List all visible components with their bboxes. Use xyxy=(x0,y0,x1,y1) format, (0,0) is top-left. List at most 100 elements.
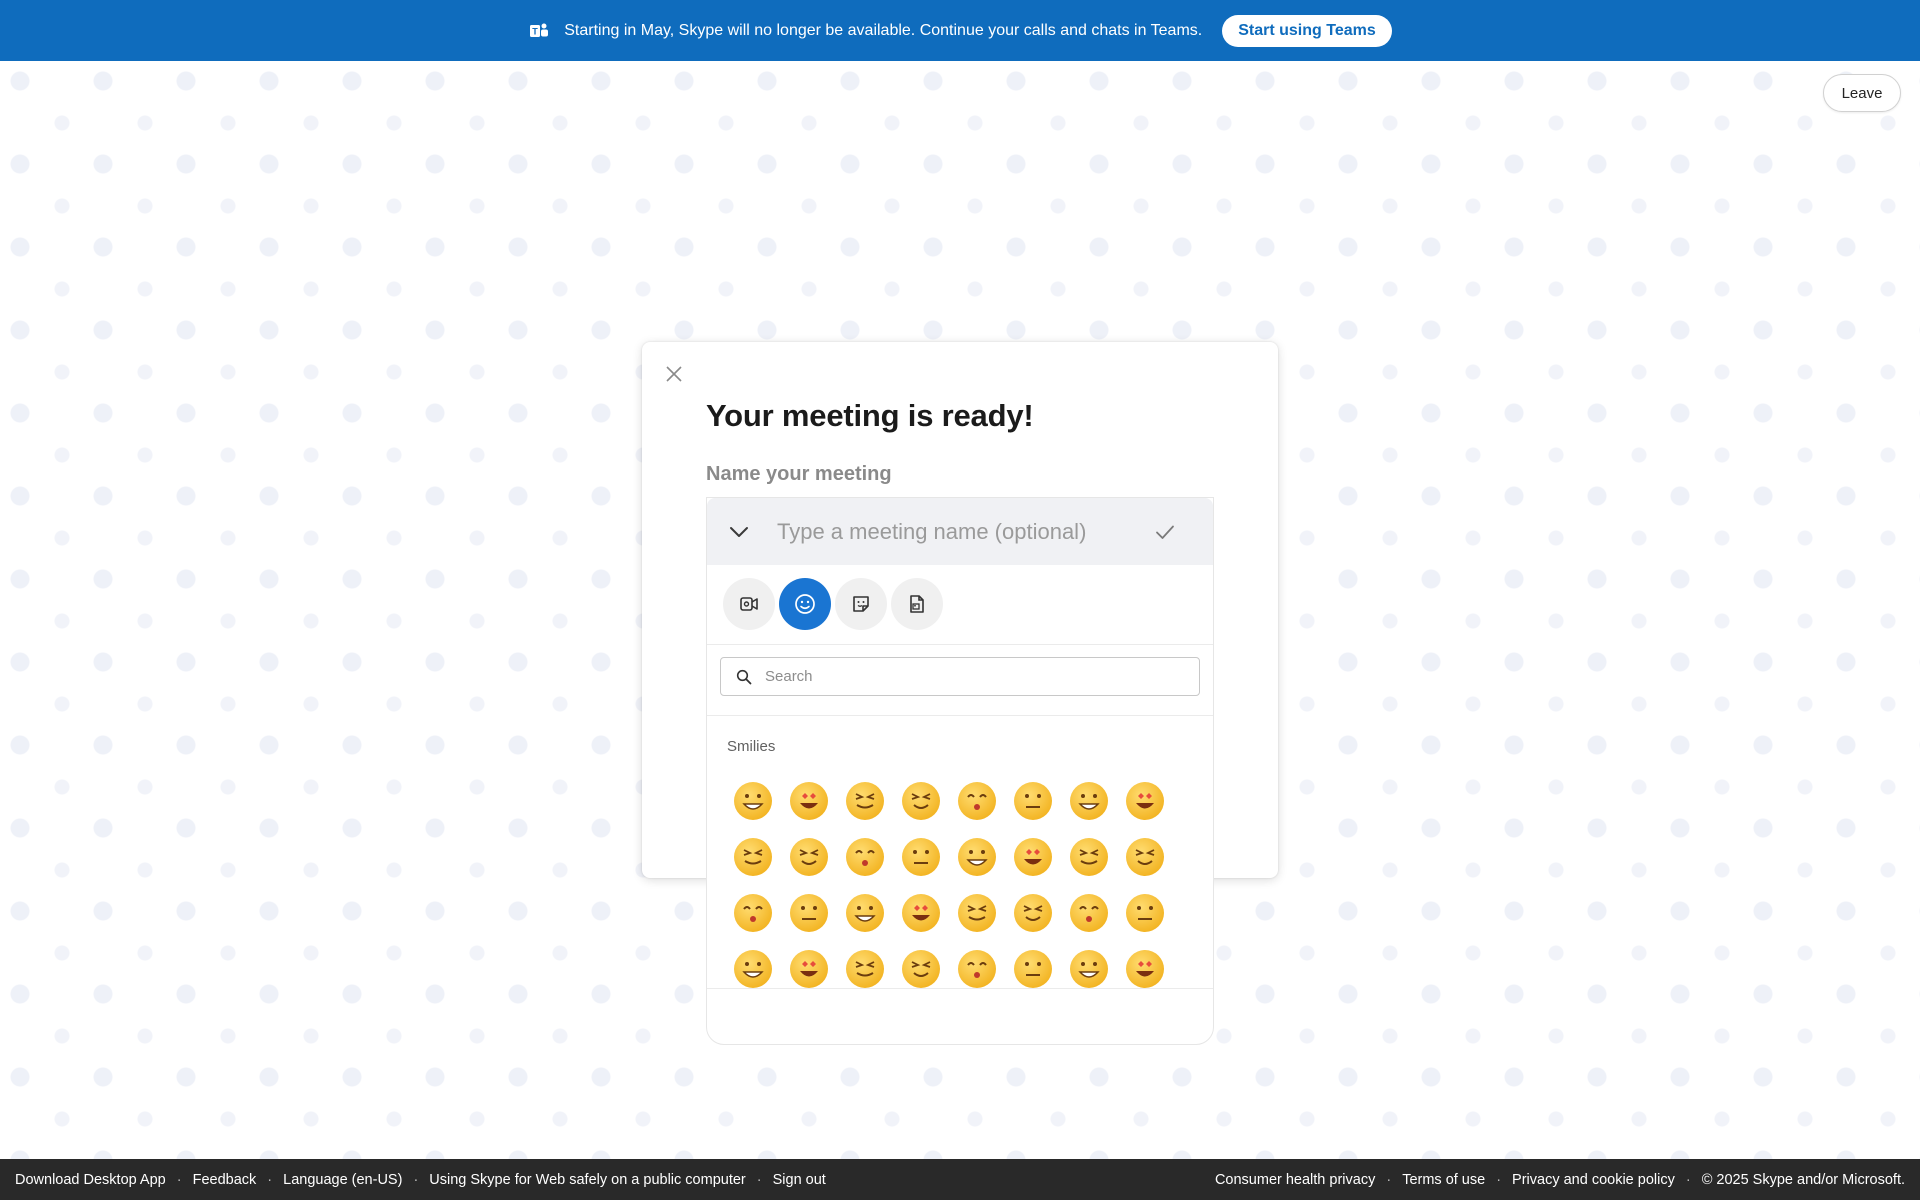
emoji-item[interactable] xyxy=(1117,941,1173,993)
emoji-item[interactable] xyxy=(949,829,1005,885)
footer-left-links: Download Desktop App · Feedback · Language (… xyxy=(15,1172,826,1188)
footer-right-links: Consumer health privacy · Terms of use · Pri… xyxy=(1215,1172,1905,1188)
emoji-face-icon xyxy=(1014,782,1052,820)
emoji-face-icon xyxy=(734,894,772,932)
emoji-item[interactable] xyxy=(781,773,837,829)
emoji-search-box xyxy=(720,657,1200,696)
emoji-item[interactable] xyxy=(781,941,837,993)
footer-link[interactable]: Terms of use xyxy=(1402,1172,1485,1188)
emoji-face-icon xyxy=(958,782,996,820)
emoji-face-icon xyxy=(846,782,884,820)
tab-media-files[interactable] xyxy=(891,578,943,630)
meeting-name-input[interactable] xyxy=(777,511,1139,552)
tab-emoji[interactable] xyxy=(779,578,831,630)
sticker-icon xyxy=(853,596,869,612)
emoji-item[interactable] xyxy=(1005,885,1061,941)
emoji-item[interactable] xyxy=(1061,829,1117,885)
emoji-face-icon xyxy=(1014,838,1052,876)
emoji-item[interactable] xyxy=(1117,885,1173,941)
search-icon xyxy=(735,668,753,686)
footer-link[interactable]: Download Desktop App xyxy=(15,1172,166,1188)
footer-separator: · xyxy=(413,1171,419,1188)
emoji-item[interactable] xyxy=(725,941,781,993)
footer: Download Desktop App · Feedback · Language (… xyxy=(0,1159,1920,1200)
emoji-face-icon xyxy=(734,950,772,988)
emoji-item[interactable] xyxy=(781,885,837,941)
emoji-item[interactable] xyxy=(837,829,893,885)
teams-migration-banner: T Starting in May, Skype will no longer … xyxy=(0,0,1920,61)
emoji-item[interactable] xyxy=(1117,829,1173,885)
emoji-item[interactable] xyxy=(949,773,1005,829)
section-label-smilies: Smilies xyxy=(727,738,776,755)
emoji-item[interactable] xyxy=(893,773,949,829)
footer-link[interactable]: Feedback xyxy=(193,1172,257,1188)
emoji-item[interactable] xyxy=(837,773,893,829)
emoji-item[interactable] xyxy=(893,941,949,993)
emoji-face-icon xyxy=(1126,894,1164,932)
emoji-face-icon xyxy=(1070,950,1108,988)
footer-separator: · xyxy=(176,1171,182,1188)
close-icon xyxy=(666,366,682,382)
emoji-item[interactable] xyxy=(781,829,837,885)
collapse-picker-button[interactable] xyxy=(727,520,751,544)
emoji-face-icon xyxy=(790,838,828,876)
emoji-item[interactable] xyxy=(725,773,781,829)
dialog-title: Your meeting is ready! xyxy=(706,398,1034,433)
emoji-face-icon xyxy=(846,894,884,932)
emoji-face-icon xyxy=(846,950,884,988)
footer-link[interactable]: Using Skype for Web safely on a public c… xyxy=(429,1172,745,1188)
emoji-face-icon xyxy=(734,838,772,876)
emoji-face-icon xyxy=(1070,782,1108,820)
emoji-face-icon xyxy=(902,950,940,988)
footer-separator: · xyxy=(1496,1171,1502,1188)
emoji-face-icon xyxy=(846,838,884,876)
emoji-grid xyxy=(725,773,1195,993)
footer-link[interactable]: Language (en-US) xyxy=(283,1172,402,1188)
picker-divider xyxy=(707,988,1213,989)
emoji-item[interactable] xyxy=(1005,829,1061,885)
emoji-face-icon xyxy=(902,894,940,932)
confirm-name-button[interactable] xyxy=(1153,520,1177,544)
leave-button[interactable]: Leave xyxy=(1823,74,1901,112)
emoji-face-icon xyxy=(902,782,940,820)
emoji-item[interactable] xyxy=(1117,773,1173,829)
teams-icon: T xyxy=(528,20,550,42)
start-using-teams-button[interactable]: Start using Teams xyxy=(1222,14,1392,47)
emoji-item[interactable] xyxy=(725,885,781,941)
emoji-item[interactable] xyxy=(1005,773,1061,829)
footer-link[interactable]: Privacy and cookie policy xyxy=(1512,1172,1675,1188)
emoji-search-input[interactable] xyxy=(765,668,1185,685)
emoji-item[interactable] xyxy=(1061,885,1117,941)
emoji-face-icon xyxy=(1014,950,1052,988)
emoji-item[interactable] xyxy=(1005,941,1061,993)
tab-video-message[interactable] xyxy=(723,578,775,630)
emoji-item[interactable] xyxy=(949,941,1005,993)
video-message-icon xyxy=(740,597,758,611)
emoji-item[interactable] xyxy=(893,829,949,885)
emoji-face-icon xyxy=(790,894,828,932)
picker-tabs xyxy=(707,565,1213,645)
emoji-item[interactable] xyxy=(837,941,893,993)
emoji-picker-panel: Smilies xyxy=(706,497,1214,1045)
footer-link[interactable]: Consumer health privacy xyxy=(1215,1172,1375,1188)
emoji-face-icon xyxy=(1126,838,1164,876)
footer-separator: · xyxy=(1386,1171,1392,1188)
footer-link[interactable]: Sign out xyxy=(773,1172,826,1188)
emoji-item[interactable] xyxy=(893,885,949,941)
name-meeting-label: Name your meeting xyxy=(706,463,892,485)
close-dialog-button[interactable] xyxy=(662,362,686,386)
emoji-face-icon xyxy=(1014,894,1052,932)
emoji-item[interactable] xyxy=(725,829,781,885)
emoji-item[interactable] xyxy=(949,885,1005,941)
svg-text:T: T xyxy=(533,26,539,36)
footer-separator: · xyxy=(756,1171,762,1188)
emoji-item[interactable] xyxy=(1061,773,1117,829)
emoji-face-icon xyxy=(734,782,772,820)
emoji-face-icon xyxy=(1070,838,1108,876)
emoji-item[interactable] xyxy=(837,885,893,941)
emoji-item[interactable] xyxy=(1061,941,1117,993)
meeting-name-bar xyxy=(707,498,1213,565)
emoji-face-icon xyxy=(790,950,828,988)
tab-stickers[interactable] xyxy=(835,578,887,630)
banner-message: Starting in May, Skype will no longer be… xyxy=(564,21,1203,39)
